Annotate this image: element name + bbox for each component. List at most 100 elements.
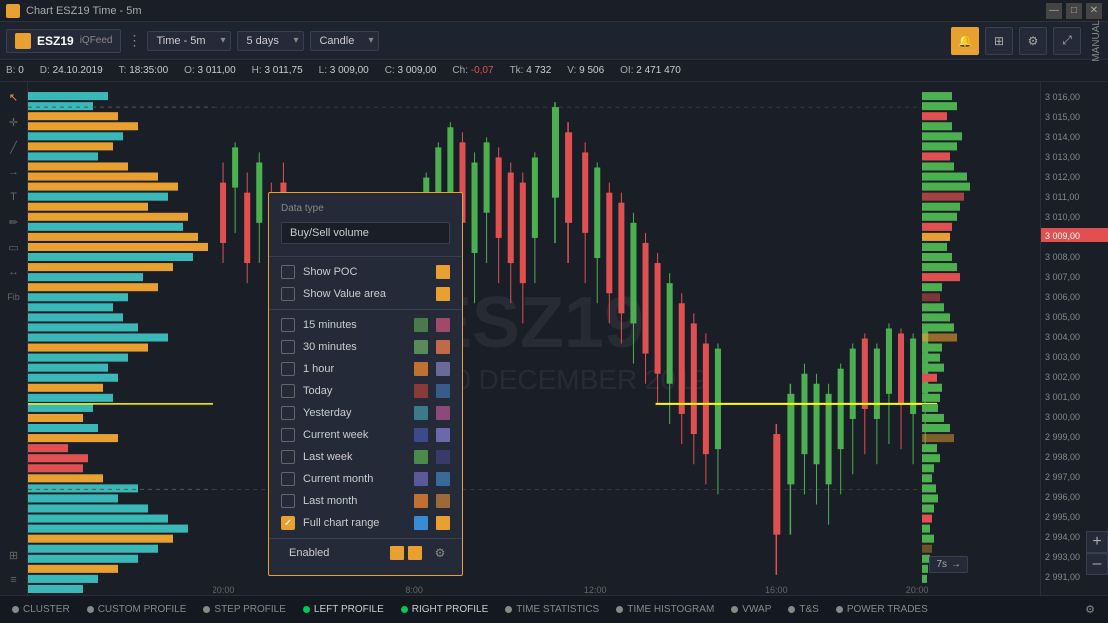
dd-show-poc-check[interactable]	[281, 265, 295, 279]
bottom-custom-profile[interactable]: CUSTOM PROFILE	[79, 596, 195, 623]
dd-type-select-row[interactable]: Buy/Sell volume	[269, 218, 462, 252]
chart-area[interactable]: 20:00 8:00 12:00 16:00 20:00	[28, 82, 1040, 595]
maximize-button[interactable]: □	[1066, 3, 1082, 19]
bottom-left-profile[interactable]: LEFT PROFILE	[295, 596, 392, 623]
dd-last-week-color2[interactable]	[436, 450, 450, 464]
bottom-time-histogram[interactable]: TIME HISTOGRAM	[608, 596, 722, 623]
indicators-button[interactable]: ≡	[3, 569, 25, 591]
fullscreen-button[interactable]: ⤢	[1053, 27, 1081, 55]
dd-yesterday-check[interactable]	[281, 406, 295, 420]
fibonacci-tool[interactable]: Fib	[3, 286, 25, 308]
dd-30min-check[interactable]	[281, 340, 295, 354]
bottom-vwap[interactable]: VWAP	[723, 596, 779, 623]
dd-15min-color2[interactable]	[436, 318, 450, 332]
dd-enabled-color1[interactable]	[390, 546, 404, 560]
dd-gear-button[interactable]: ⚙	[430, 543, 450, 563]
svg-text:2 993,00: 2 993,00	[1045, 552, 1080, 562]
rectangle-tool[interactable]: ▭	[3, 236, 25, 258]
measure-tool[interactable]: ↔	[3, 261, 25, 283]
main-area: ↖ ✛ ╱ → T ✏ ▭ ↔ Fib ⊞ ≡	[0, 82, 1108, 595]
dd-show-va-row[interactable]: Show Value area	[269, 283, 462, 305]
dd-last-week-row[interactable]: Last week	[269, 446, 462, 468]
dd-show-va-check[interactable]	[281, 287, 295, 301]
dd-current-week-color2[interactable]	[436, 428, 450, 442]
timeframe-selector[interactable]: Time - 5m	[147, 31, 231, 51]
bottom-settings-button[interactable]: ⚙	[1076, 596, 1104, 623]
pencil-tool[interactable]: ✏	[3, 211, 25, 233]
symbol-selector[interactable]: ESZ19 iQFeed	[6, 29, 121, 53]
chart-type-select[interactable]: Candle	[310, 31, 379, 51]
symbol-menu-dots[interactable]: ⋮	[127, 32, 141, 49]
alerts-button[interactable]: 🔔	[951, 27, 979, 55]
zoom-out-button[interactable]: –	[1086, 553, 1108, 575]
timeframe-select[interactable]: Time - 5m	[147, 31, 231, 51]
dd-type-select[interactable]: Buy/Sell volume	[281, 222, 450, 244]
bottom-time-statistics[interactable]: TIME STATISTICS	[497, 596, 607, 623]
dd-1hour-color2[interactable]	[436, 362, 450, 376]
dd-30min-row[interactable]: 30 minutes	[269, 336, 462, 358]
settings-button[interactable]: ⚙	[1019, 27, 1047, 55]
cursor-tool[interactable]: ↖	[3, 86, 25, 108]
window-controls[interactable]: — □ ✕	[1046, 3, 1102, 19]
dd-30min-color1[interactable]	[414, 340, 428, 354]
dd-last-month-check[interactable]	[281, 494, 295, 508]
dd-30min-label: 30 minutes	[303, 341, 406, 353]
dd-last-month-row[interactable]: Last month	[269, 490, 462, 512]
dd-15min-color1[interactable]	[414, 318, 428, 332]
dd-1hour-check[interactable]	[281, 362, 295, 376]
dd-full-range-color1[interactable]	[414, 516, 428, 530]
dd-today-color1[interactable]	[414, 384, 428, 398]
scroll-indicator[interactable]: 7s →	[929, 556, 968, 573]
dd-show-va-color[interactable]	[436, 287, 450, 301]
range-select[interactable]: 5 days	[237, 31, 304, 51]
dd-show-poc-color[interactable]	[436, 265, 450, 279]
text-tool[interactable]: T	[3, 186, 25, 208]
bottom-cluster[interactable]: CLUSTER	[4, 596, 78, 623]
zoom-in-button[interactable]: +	[1086, 531, 1108, 553]
ray-tool[interactable]: →	[3, 161, 25, 183]
close-button[interactable]: ✕	[1086, 3, 1102, 19]
line-tool[interactable]: ╱	[3, 136, 25, 158]
dd-current-week-row[interactable]: Current week	[269, 424, 462, 446]
dd-15min-row[interactable]: 15 minutes	[269, 314, 462, 336]
dd-full-range-color2[interactable]	[436, 516, 450, 530]
dd-1hour-color1[interactable]	[414, 362, 428, 376]
dd-today-row[interactable]: Today	[269, 380, 462, 402]
dd-1hour-row[interactable]: 1 hour	[269, 358, 462, 380]
dd-enabled-row[interactable]: Enabled ⚙	[269, 538, 462, 567]
dd-yesterday-row[interactable]: Yesterday	[269, 402, 462, 424]
dd-last-week-check[interactable]	[281, 450, 295, 464]
cluster-dot	[12, 606, 19, 613]
zoom-controls[interactable]: + –	[1086, 531, 1108, 575]
minimize-button[interactable]: —	[1046, 3, 1062, 19]
layers-button[interactable]: ⊞	[3, 544, 25, 566]
dd-current-week-check[interactable]	[281, 428, 295, 442]
bottom-step-profile[interactable]: STEP PROFILE	[195, 596, 294, 623]
dd-current-month-check[interactable]	[281, 472, 295, 486]
dd-today-check[interactable]	[281, 384, 295, 398]
dd-full-range-row[interactable]: ✓ Full chart range	[269, 512, 462, 534]
dd-show-poc-row[interactable]: Show POC	[269, 261, 462, 283]
dd-yesterday-color1[interactable]	[414, 406, 428, 420]
dd-current-month-row[interactable]: Current month	[269, 468, 462, 490]
dd-last-week-color1[interactable]	[414, 450, 428, 464]
bottom-ts[interactable]: T&S	[780, 596, 826, 623]
dd-last-month-color1[interactable]	[414, 494, 428, 508]
dd-15min-check[interactable]	[281, 318, 295, 332]
dd-current-month-color1[interactable]	[414, 472, 428, 486]
dd-yesterday-color2[interactable]	[436, 406, 450, 420]
dd-current-week-color1[interactable]	[414, 428, 428, 442]
range-selector[interactable]: 5 days	[237, 31, 304, 51]
bottom-right-profile[interactable]: RIGHT PROFILE	[393, 596, 497, 623]
dd-today-color2[interactable]	[436, 384, 450, 398]
dd-30min-color2[interactable]	[436, 340, 450, 354]
dd-full-range-check[interactable]: ✓	[281, 516, 295, 530]
titlebar: Chart ESZ19 Time - 5m — □ ✕	[0, 0, 1108, 22]
dd-last-month-color2[interactable]	[436, 494, 450, 508]
crosshair-tool[interactable]: ✛	[3, 111, 25, 133]
templates-button[interactable]: ⊞	[985, 27, 1013, 55]
chart-type-selector[interactable]: Candle	[310, 31, 379, 51]
bottom-power-trades[interactable]: POWER TRADES	[828, 596, 936, 623]
dd-enabled-color2[interactable]	[408, 546, 422, 560]
dd-current-month-color2[interactable]	[436, 472, 450, 486]
